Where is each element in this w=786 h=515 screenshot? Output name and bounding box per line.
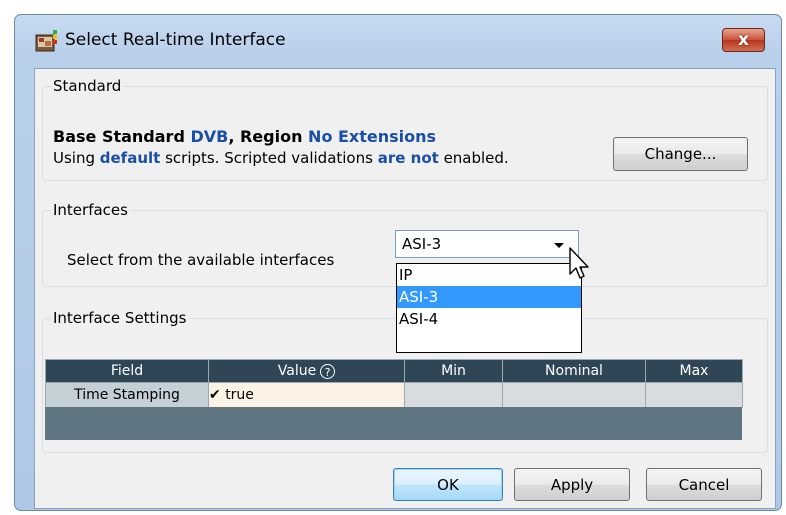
window-title: Select Real-time Interface bbox=[65, 30, 286, 50]
dropdown-option-asi-3[interactable]: ASI-3 bbox=[397, 286, 581, 308]
validations-value: are not bbox=[377, 149, 439, 167]
scripts-summary: Using default scripts. Scripted validati… bbox=[53, 149, 509, 167]
close-button[interactable]: x bbox=[722, 28, 765, 52]
value-cell[interactable]: ✔ true bbox=[208, 382, 405, 408]
nominal-cell bbox=[502, 382, 646, 408]
table-row[interactable]: Time Stamping ✔ true bbox=[45, 382, 743, 408]
app-icon bbox=[35, 30, 57, 52]
settings-header-row: Field Value? Min Nominal Max bbox=[45, 359, 743, 383]
help-icon[interactable]: ? bbox=[320, 363, 336, 379]
interface-select-value: ASI-3 bbox=[402, 235, 442, 253]
field-cell: Time Stamping bbox=[45, 382, 209, 408]
checkmark-icon: ✔ bbox=[209, 387, 221, 403]
column-header-value[interactable]: Value? bbox=[208, 359, 405, 383]
interface-settings-legend: Interface Settings bbox=[53, 309, 187, 327]
min-cell bbox=[404, 382, 503, 408]
max-cell bbox=[645, 382, 743, 408]
base-standard-value: DVB bbox=[190, 127, 229, 146]
title-bar[interactable]: Select Real-time Interface x bbox=[15, 15, 781, 57]
change-button[interactable]: Change... bbox=[613, 137, 748, 171]
dropdown-option-ip[interactable]: IP bbox=[397, 264, 581, 286]
standard-group: Standard Base Standard DVB, Region No Ex… bbox=[42, 77, 768, 181]
apply-button[interactable]: Apply bbox=[514, 468, 630, 501]
dropdown-option-asi-4[interactable]: ASI-4 bbox=[397, 308, 581, 330]
column-header-min[interactable]: Min bbox=[404, 359, 503, 383]
interface-dropdown-list[interactable]: IP ASI-3 ASI-4 bbox=[396, 263, 582, 353]
cancel-button[interactable]: Cancel bbox=[646, 468, 762, 501]
column-header-nominal[interactable]: Nominal bbox=[502, 359, 646, 383]
standard-legend: Standard bbox=[53, 77, 122, 95]
scripts-value: default bbox=[99, 149, 161, 167]
column-header-field[interactable]: Field bbox=[45, 359, 209, 383]
interfaces-legend: Interfaces bbox=[53, 201, 128, 219]
ok-button[interactable]: OK bbox=[393, 468, 503, 501]
close-icon: x bbox=[738, 30, 749, 50]
settings-table: Field Value? Min Nominal Max Time Stampi… bbox=[45, 359, 743, 408]
interface-select[interactable]: ASI-3 bbox=[395, 230, 579, 258]
table-empty-area bbox=[45, 407, 742, 440]
interfaces-label: Select from the available interfaces bbox=[67, 251, 335, 269]
region-value: No Extensions bbox=[308, 127, 437, 146]
mouse-cursor-icon bbox=[569, 247, 589, 279]
chevron-down-icon[interactable] bbox=[554, 243, 564, 248]
standard-summary: Base Standard DVB, Region No Extensions bbox=[53, 127, 437, 146]
column-header-max[interactable]: Max bbox=[645, 359, 743, 383]
